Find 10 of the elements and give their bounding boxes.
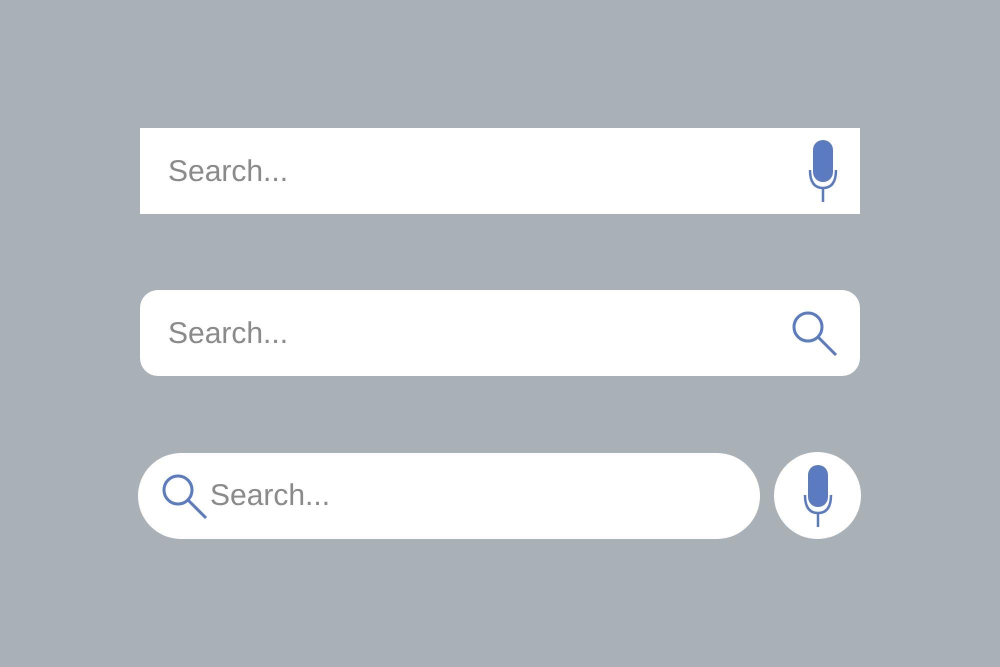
microphone-icon	[808, 140, 838, 202]
search-input[interactable]: Search...	[168, 148, 808, 194]
search-icon	[790, 309, 838, 357]
search-input[interactable]: Search...	[168, 310, 790, 356]
search-field[interactable]: Search...	[138, 452, 760, 538]
search-field[interactable]: Search...	[140, 290, 860, 376]
search-icon	[160, 472, 208, 520]
microphone-icon	[802, 464, 832, 526]
search-input[interactable]: Search...	[210, 473, 730, 518]
search-field[interactable]: Search...	[140, 128, 860, 214]
